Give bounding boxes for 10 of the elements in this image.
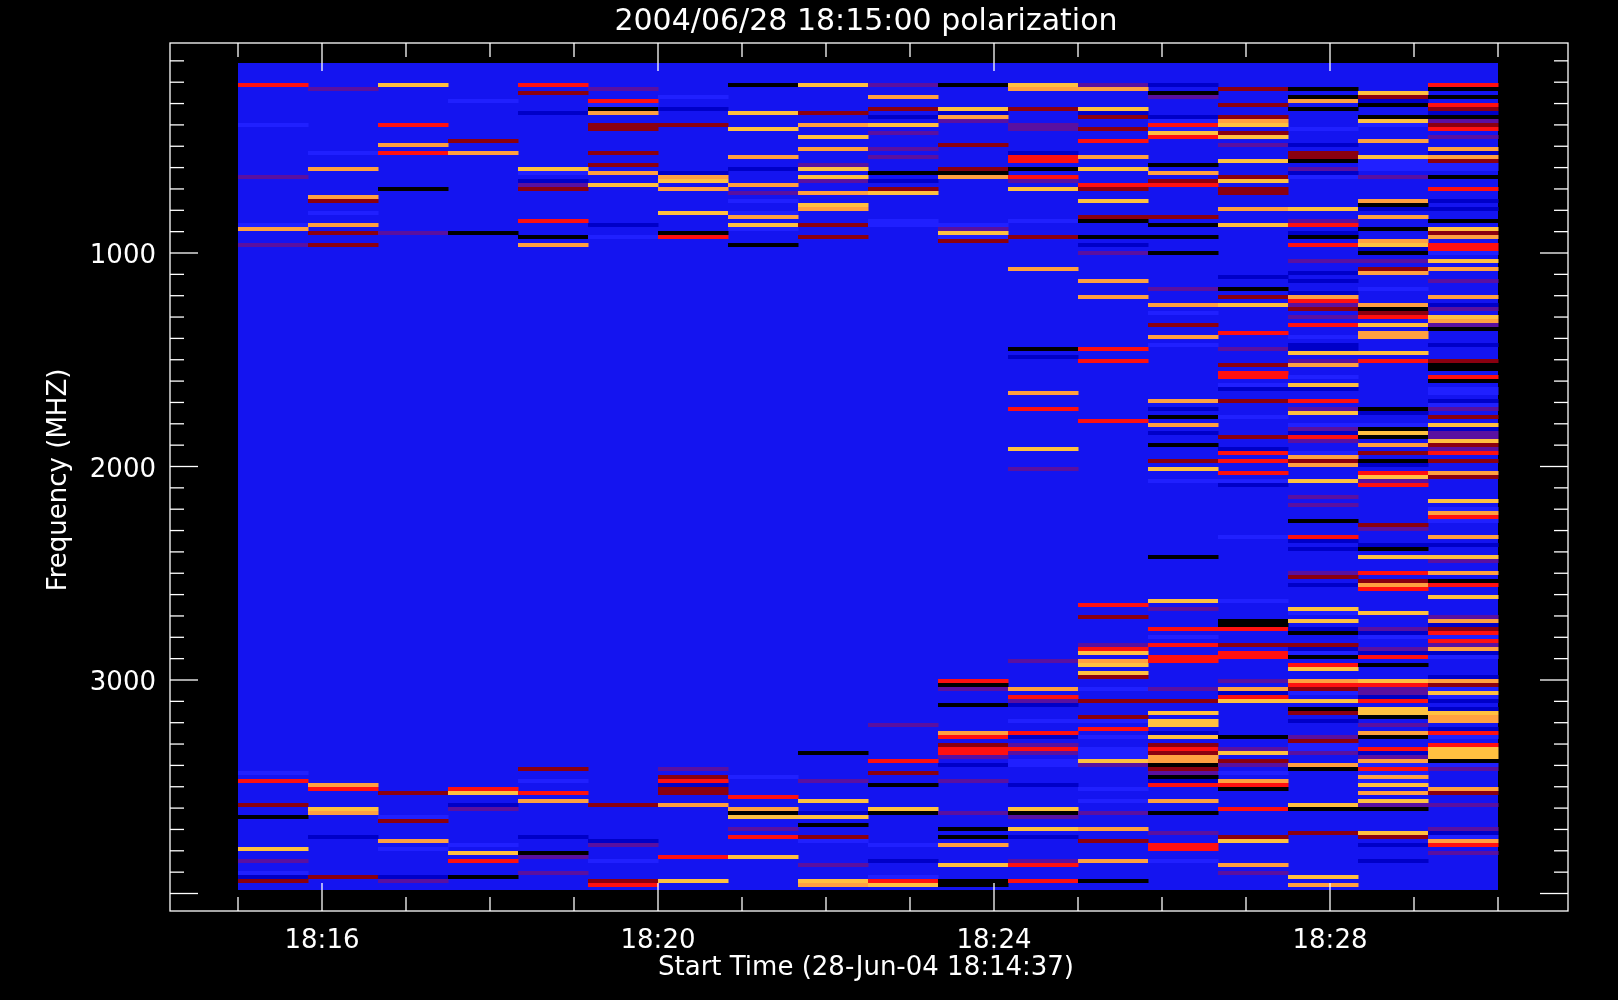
chart-title: 2004/06/28 18:15:00 polarization	[614, 2, 1118, 37]
axis-label: Frequency (MHZ)	[42, 368, 72, 592]
axis-label: Start Time (28-Jun-04 18:14:37)	[658, 951, 1074, 981]
tick-label: 3000	[89, 666, 156, 696]
tick-label: 2000	[89, 452, 156, 483]
tick-label: 18:24	[956, 924, 1032, 954]
tick-label: 18:28	[1292, 924, 1368, 954]
tick-label: 1000	[89, 239, 156, 269]
tick-label: 18:16	[284, 924, 360, 954]
tick-label: 18:20	[620, 924, 696, 954]
